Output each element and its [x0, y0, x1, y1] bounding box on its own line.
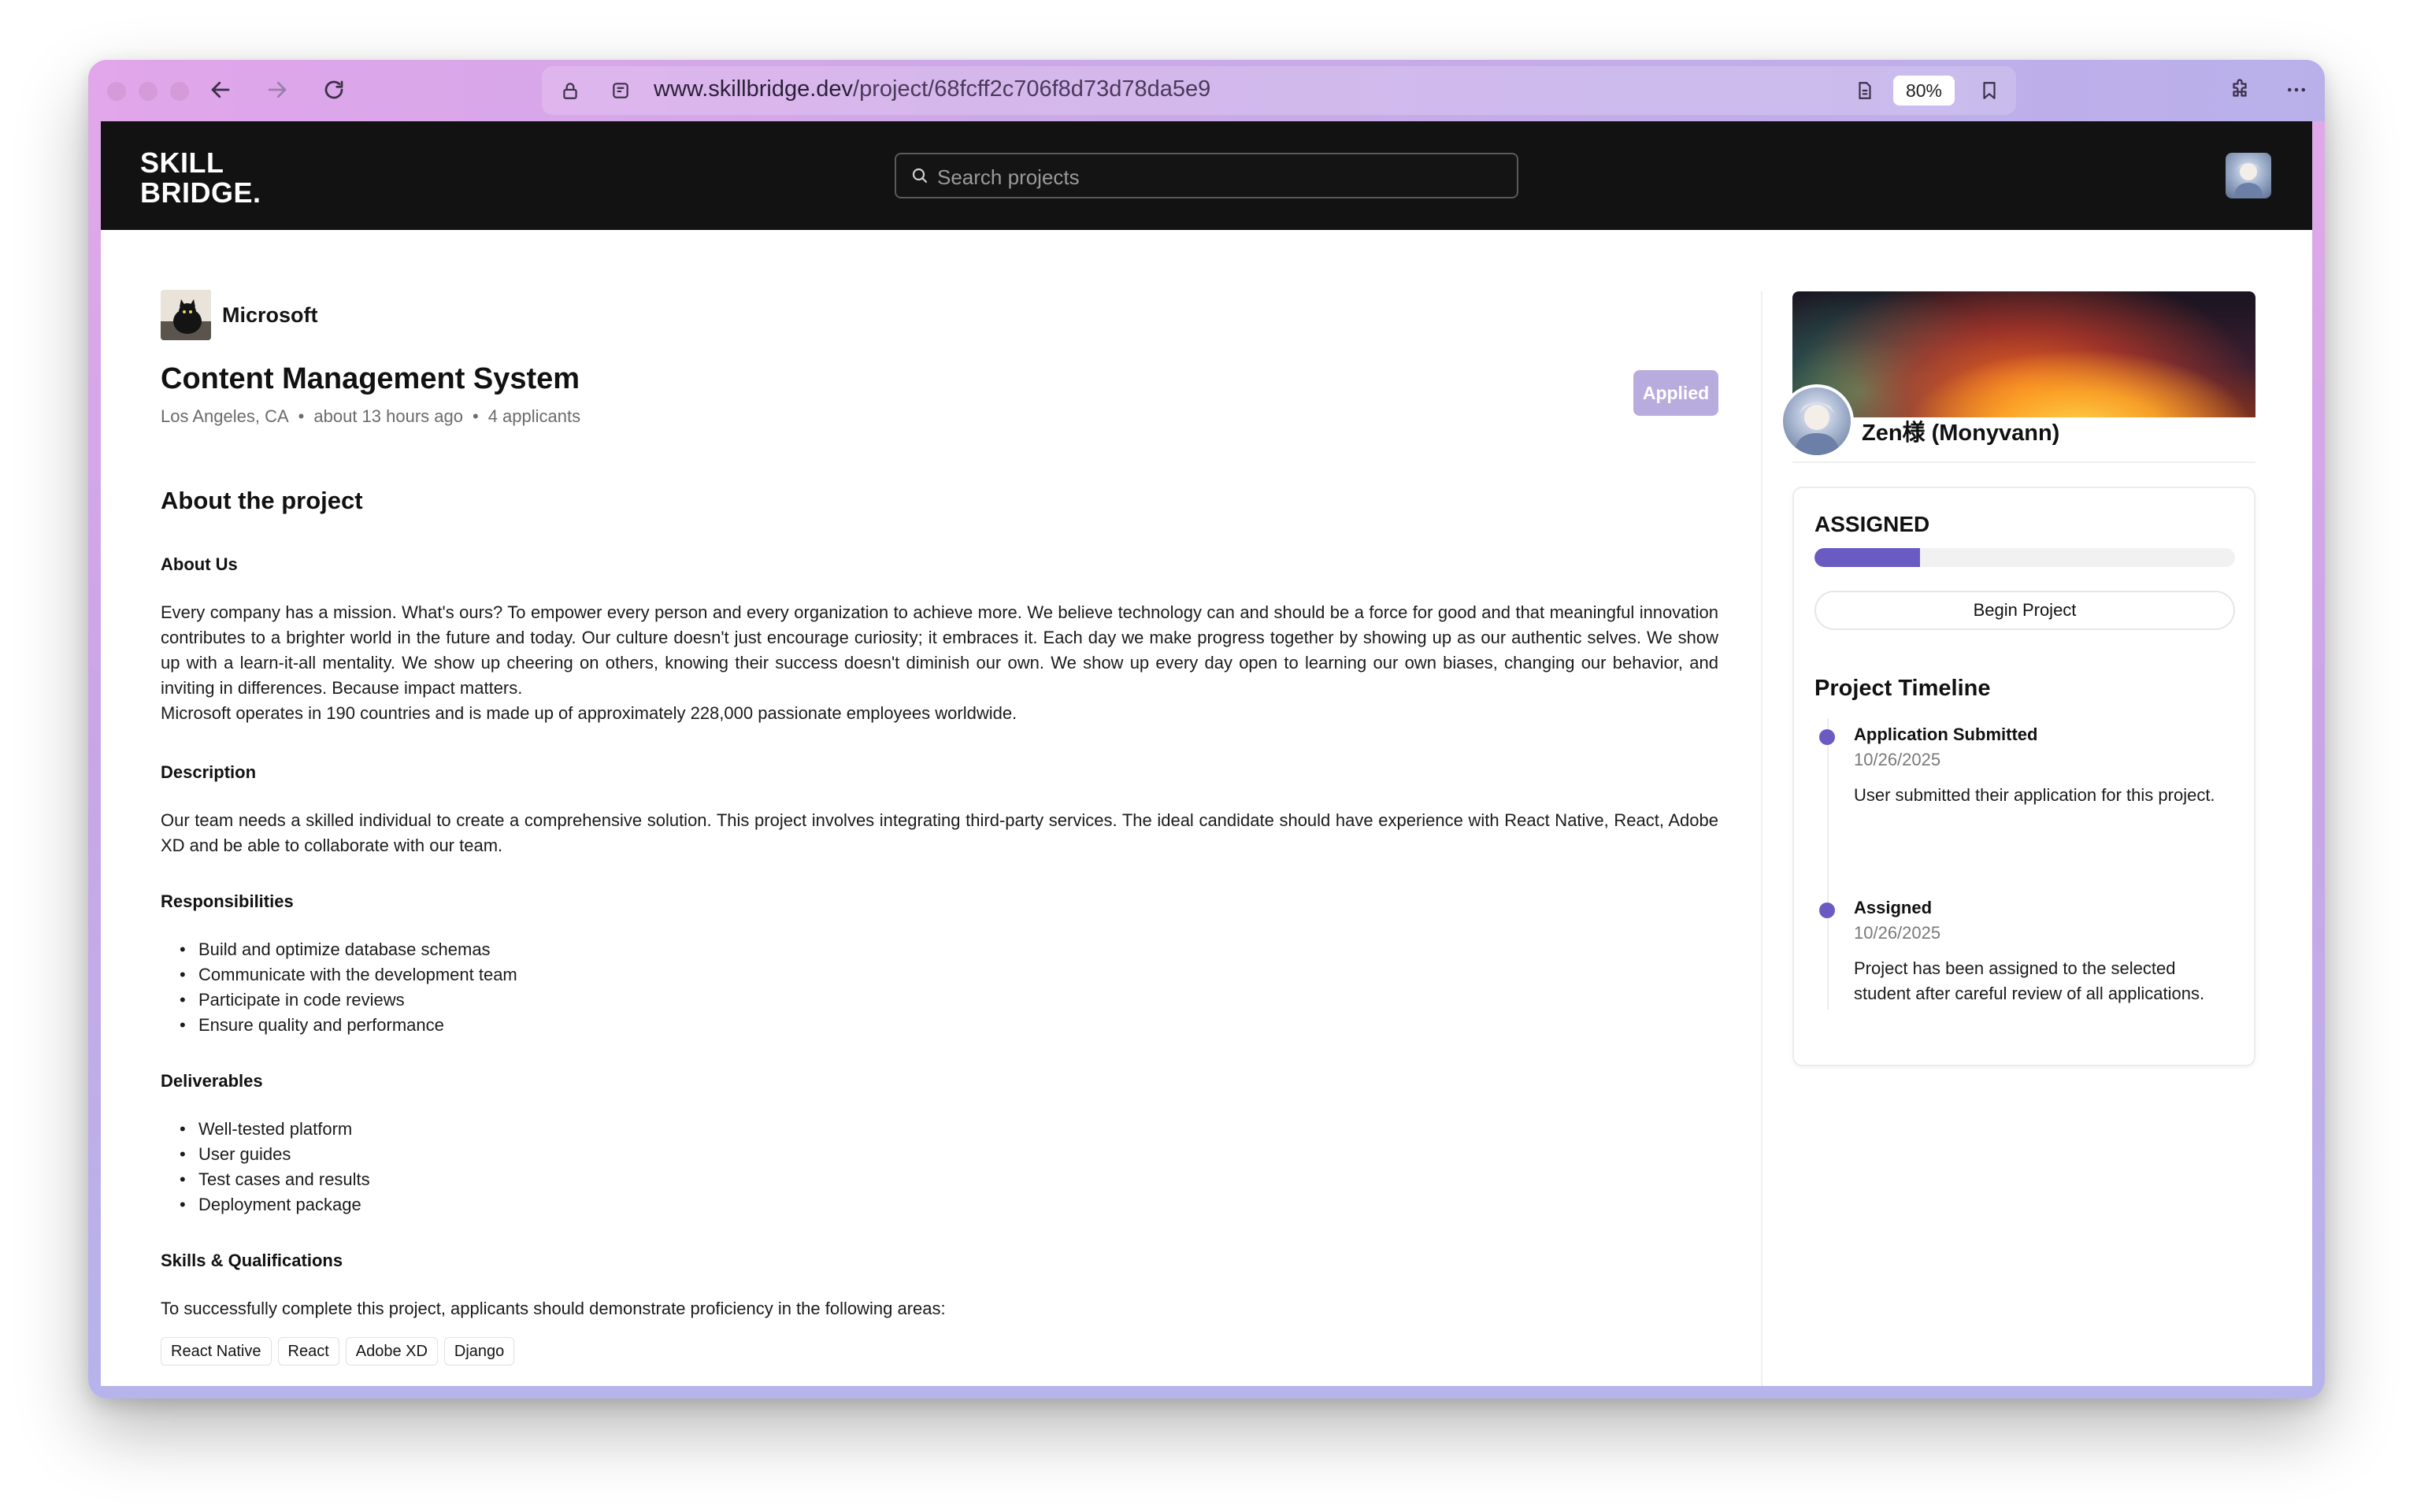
company-name[interactable]: Microsoft — [222, 303, 318, 328]
search-icon — [910, 166, 929, 189]
company-row: Microsoft — [161, 290, 318, 340]
browser-window: www.skillbridge.dev/project/68fcff2c706f… — [88, 60, 2325, 1399]
responsibilities-heading: Responsibilities — [161, 891, 294, 911]
user-avatar[interactable] — [2226, 153, 2271, 198]
timeline-title: Project Timeline — [1814, 676, 1991, 701]
posted-time: about 13 hours ago — [313, 406, 463, 426]
project-details: Microsoft Content Management System Los … — [101, 230, 1761, 1386]
project-location: Los Angeles, CA — [161, 406, 289, 426]
timeline-item-desc: Project has been assigned to the selecte… — [1854, 958, 2205, 1003]
list-item: Well-tested platform — [180, 1117, 370, 1142]
extensions-icon[interactable] — [2222, 72, 2257, 107]
zoom-level-badge[interactable]: 80% — [1893, 76, 1955, 106]
search-input[interactable]: Search projects — [895, 153, 1518, 198]
status-card: ASSIGNED Begin Project Project Timeline … — [1792, 487, 2255, 1066]
assignee-avatar[interactable] — [1780, 384, 1854, 458]
skillbridge-logo[interactable]: SKILL BRIDGE. — [140, 148, 261, 208]
list-item: Test cases and results — [180, 1167, 370, 1192]
timeline-item-desc: User submitted their application for thi… — [1854, 785, 2215, 805]
list-item: User guides — [180, 1142, 370, 1167]
skills-text: To successfully complete this project, a… — [161, 1299, 946, 1318]
applicant-count: 4 applicants — [487, 406, 581, 426]
skill-tag[interactable]: Django — [443, 1337, 515, 1366]
close-window-button[interactable] — [107, 82, 126, 101]
url-text[interactable]: www.skillbridge.dev/project/68fcff2c706f… — [654, 76, 1210, 102]
site-settings-icon[interactable] — [603, 73, 638, 108]
timeline-item-date: 10/26/2025 — [1854, 750, 1941, 769]
about-us-text: Every company has a mission. What's ours… — [161, 602, 1718, 698]
responsibilities-list: Build and optimize database schemas Comm… — [180, 937, 517, 1038]
desktop: www.skillbridge.dev/project/68fcff2c706f… — [0, 0, 2413, 1512]
lock-icon[interactable] — [553, 73, 587, 108]
column-divider — [1761, 291, 1762, 1386]
skills-tags: React Native React Adobe XD Django — [161, 1337, 515, 1366]
deliverables-heading: Deliverables — [161, 1071, 263, 1091]
list-item: Deployment package — [180, 1192, 370, 1217]
back-icon[interactable] — [203, 72, 238, 107]
bookmark-icon[interactable] — [1972, 73, 2007, 108]
app-header: SKILL BRIDGE. Search projects — [101, 121, 2312, 230]
section-title: About the project — [161, 487, 363, 514]
progress-bar — [1814, 548, 2235, 567]
timeline-dot — [1819, 902, 1835, 918]
begin-project-button[interactable]: Begin Project — [1814, 591, 2235, 630]
timeline-line — [1827, 718, 1829, 1010]
minimize-window-button[interactable] — [139, 82, 158, 101]
about-us-heading: About Us — [161, 554, 238, 574]
list-item: Ensure quality and performance — [180, 1013, 517, 1038]
description-text: Our team needs a skilled individual to c… — [161, 810, 1718, 855]
list-item: Communicate with the development team — [180, 962, 517, 988]
profile-banner — [1792, 291, 2255, 417]
list-item: Build and optimize database schemas — [180, 937, 517, 962]
timeline-item-title: Application Submitted — [1854, 724, 2038, 744]
more-options-icon[interactable] — [2279, 72, 2314, 107]
reader-mode-icon[interactable] — [1848, 73, 1882, 108]
company-logo — [161, 290, 211, 340]
timeline-dot — [1819, 729, 1835, 745]
list-item: Participate in code reviews — [180, 988, 517, 1013]
browser-toolbar: www.skillbridge.dev/project/68fcff2c706f… — [88, 60, 2325, 121]
web-page: SKILL BRIDGE. Search projects Microsoft … — [101, 121, 2312, 1386]
reload-icon[interactable] — [317, 72, 351, 107]
timeline-item-title: Assigned — [1854, 898, 1933, 917]
skills-heading: Skills & Qualifications — [161, 1251, 343, 1270]
profile-divider — [1792, 461, 2255, 463]
zoom-window-button[interactable] — [170, 82, 189, 101]
description-heading: Description — [161, 762, 257, 782]
project-meta: Los Angeles, CA • about 13 hours ago • 4 app… — [161, 406, 581, 426]
skill-tag[interactable]: Adobe XD — [345, 1337, 438, 1366]
status-label: ASSIGNED — [1814, 512, 1930, 536]
timeline-item-date: 10/26/2025 — [1854, 923, 1941, 943]
skill-tag[interactable]: React — [277, 1337, 339, 1366]
skill-tag[interactable]: React Native — [161, 1337, 272, 1366]
search-placeholder: Search projects — [937, 165, 1080, 189]
address-bar[interactable]: www.skillbridge.dev/project/68fcff2c706f… — [542, 66, 2016, 115]
deliverables-list: Well-tested platform User guides Test ca… — [180, 1117, 370, 1217]
company-stats-text: Microsoft operates in 190 countries and … — [161, 703, 1017, 723]
forward-icon[interactable] — [260, 72, 295, 107]
progress-fill — [1814, 548, 1920, 567]
applied-button[interactable]: Applied — [1633, 370, 1718, 416]
project-title: Content Management System — [161, 362, 580, 395]
assignee-name[interactable]: Zen様 (Monyvann) — [1862, 414, 2059, 447]
